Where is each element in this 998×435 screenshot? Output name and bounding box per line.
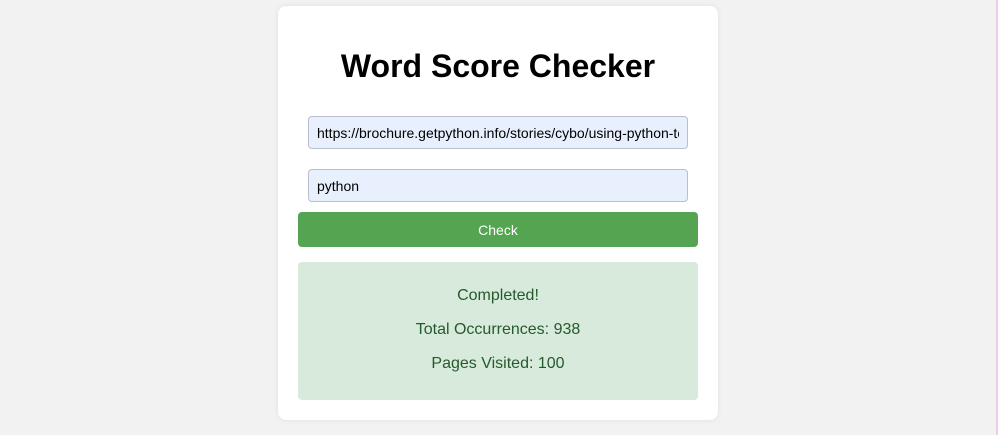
checker-card: Word Score Checker Check Completed! Tota… [278,6,718,420]
url-input[interactable] [308,116,688,149]
result-status: Completed! [457,287,539,304]
page-title: Word Score Checker [340,48,656,84]
word-input[interactable] [308,169,688,202]
result-panel: Completed! Total Occurrences: 938 Pages … [298,262,698,400]
check-button[interactable]: Check [298,212,698,247]
pages-visited: Pages Visited: 100 [431,355,565,372]
total-occurrences: Total Occurrences: 938 [415,321,581,338]
